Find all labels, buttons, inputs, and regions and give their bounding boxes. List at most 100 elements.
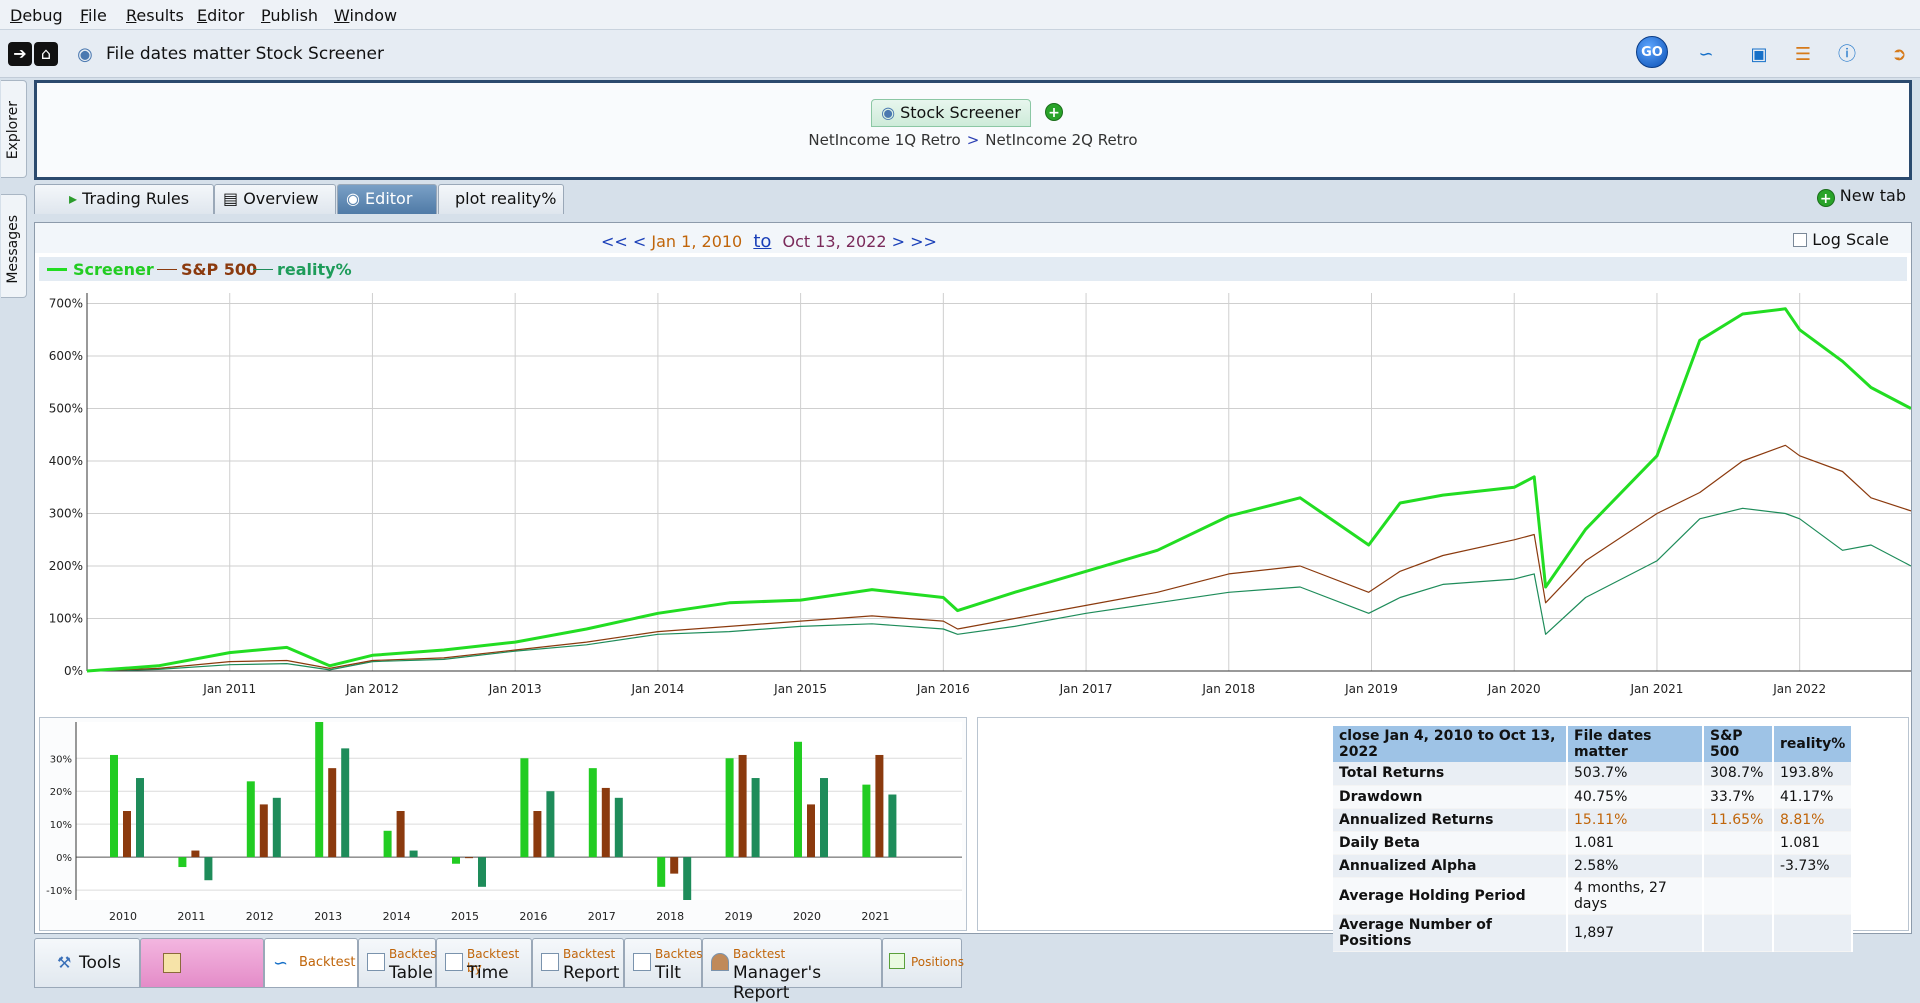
legend-sp500-swatch (157, 269, 177, 270)
chart-icon[interactable]: ∽ (1693, 42, 1719, 68)
bar-x-tick-label: 2013 (314, 910, 342, 923)
bar-x-tick-label: 2017 (588, 910, 616, 923)
x-tick-label: Jan 2019 (1344, 682, 1398, 696)
x-tick-label: Jan 2017 (1059, 682, 1113, 696)
add-screener-icon[interactable]: + (1045, 103, 1063, 121)
bar-x-tick-label: 2012 (246, 910, 274, 923)
backtest-report-tab[interactable]: Backtest Report (532, 938, 624, 988)
menu-debug[interactable]: Debug (10, 6, 63, 25)
bar-2020-2 (820, 778, 828, 858)
backtest-content: << < Jan 1, 2010 to Oct 13, 2022 > >> Lo… (34, 222, 1912, 952)
new-tab-label: New tab (1839, 186, 1906, 205)
statistics-table: close Jan 4, 2010 to Oct 13, 2022 File d… (1333, 726, 1854, 952)
y-tick-label: 200% (49, 559, 83, 573)
legend-reality: reality% (277, 260, 352, 279)
backtest-by-time-tab[interactable]: Backtest by Time (436, 938, 532, 988)
messages-side-tab[interactable]: Messages (1, 194, 27, 298)
stat-value: 40.75% (1567, 785, 1704, 809)
stats-header-sp500: S&P 500 (1703, 726, 1774, 762)
end-date[interactable]: Oct 13, 2022 (783, 232, 887, 251)
back-button[interactable]: ➔ (8, 42, 32, 66)
x-tick-label: Jan 2018 (1201, 682, 1255, 696)
tab-editor[interactable]: ◉ Editor (337, 184, 437, 214)
help-icon[interactable]: ⓘ (1834, 42, 1860, 68)
tools-tab[interactable]: ⚒ Tools (34, 938, 140, 988)
bar-2016-0 (520, 758, 529, 858)
menu-publish[interactable]: Publish (261, 6, 318, 25)
backtest-tab[interactable]: ∽ Backtest (264, 938, 358, 988)
stats-header-period: close Jan 4, 2010 to Oct 13, 2022 (1333, 726, 1568, 762)
bar-2015-0 (452, 857, 460, 864)
home-button[interactable]: ⌂ (34, 42, 58, 66)
stat-value: 33.7% (1703, 785, 1774, 809)
stat-label: Daily Beta (1333, 831, 1568, 855)
tab-plot-reality[interactable]: plot reality% (438, 184, 564, 214)
bar-2020-1 (807, 804, 815, 858)
table-row: Average Holding Period 4 months, 27 days (1333, 877, 1854, 915)
new-tab-button[interactable]: + New tab (1816, 186, 1906, 207)
y-tick-label: 100% (49, 612, 83, 626)
start-date[interactable]: Jan 1, 2010 (651, 232, 742, 251)
main-tabs: ▸ Trading Rules ▤ Overview ◉ Editor plot… (34, 184, 1912, 216)
bar-y-tick-label: 10% (50, 820, 72, 831)
tab-trading-rules[interactable]: ▸ Trading Rules (34, 184, 214, 214)
log-scale-checkbox[interactable] (1793, 233, 1808, 247)
crumb-netincome-1q[interactable]: NetIncome 1Q Retro (808, 131, 960, 149)
exit-icon[interactable]: ➲ (1886, 42, 1912, 68)
prev-range-button[interactable]: << < (601, 232, 646, 251)
tab-editor-label: Editor (365, 189, 413, 208)
y-tick-label: 700% (49, 297, 83, 311)
list-icon[interactable]: ☰ (1790, 42, 1816, 68)
x-tick-label: Jan 2011 (202, 682, 256, 696)
bar-2016-1 (533, 811, 542, 858)
backtest-manager-report-tab[interactable]: Backtest Manager's Report (702, 938, 882, 1003)
home-icon: ⌂ (40, 44, 52, 63)
explorer-side-tab[interactable]: Explorer (1, 80, 27, 178)
menu-file[interactable]: File (80, 6, 107, 25)
stats-header-row: close Jan 4, 2010 to Oct 13, 2022 File d… (1333, 726, 1854, 762)
table-row: Annualized Returns 15.11% 11.65% 8.81% (1333, 808, 1854, 832)
report-icon (541, 953, 559, 971)
backtest-report-small-label: Backtest (563, 947, 616, 961)
stat-label: Total Returns (1333, 762, 1568, 786)
bar-2017-2 (614, 797, 623, 858)
date-to-link[interactable]: to (753, 231, 771, 252)
bar-x-tick-label: 2020 (793, 910, 821, 923)
stat-value: 2.58% (1567, 854, 1704, 878)
collapsed-tabs-stack[interactable] (140, 938, 264, 988)
positions-tab-label: Positions (911, 955, 964, 969)
bar-x-tick-label: 2014 (383, 910, 411, 923)
menu-editor[interactable]: Editor (197, 6, 244, 25)
backtest-manager-label: Manager's Report (733, 963, 822, 1003)
backtest-tilt-tab[interactable]: Backtest Tilt (624, 938, 707, 988)
bar-2021-0 (862, 784, 871, 858)
positions-tab[interactable]: Positions (882, 938, 964, 988)
bar-2013-2 (341, 748, 350, 858)
bar-y-tick-label: 20% (50, 787, 72, 798)
explorer-label: Explorer (5, 101, 21, 160)
table-row: Drawdown 40.75% 33.7% 41.17% (1333, 785, 1854, 809)
date-range-bar: << < Jan 1, 2010 to Oct 13, 2022 > >> Lo… (35, 223, 1911, 253)
bar-2014-1 (396, 811, 405, 858)
next-range-button[interactable]: > >> (892, 232, 937, 251)
legend-screener-swatch (47, 268, 67, 271)
stat-value: 4 months, 27 days (1567, 877, 1704, 915)
table-icon (367, 953, 385, 971)
bar-2011-0 (178, 857, 187, 868)
menu-results[interactable]: Results (126, 6, 184, 25)
crumb-netincome-2q[interactable]: NetIncome 2Q Retro (985, 131, 1137, 149)
menu-window[interactable]: Window (334, 6, 397, 25)
tab-overview[interactable]: ▤ Overview (214, 184, 336, 214)
stat-value: 1.081 (1773, 831, 1854, 855)
go-button[interactable]: GO (1636, 36, 1668, 68)
bar-2016-2 (546, 791, 555, 858)
y-tick-label: 500% (49, 402, 83, 416)
backtest-table-tab[interactable]: Backtest Table (358, 938, 441, 988)
y-tick-label: 600% (49, 349, 83, 363)
stock-screener-tab[interactable]: ◉ Stock Screener (871, 99, 1031, 127)
stat-label: Average Holding Period (1333, 877, 1568, 915)
log-scale-toggle[interactable]: Log Scale (1793, 230, 1889, 249)
bar-y-tick-label: 0% (56, 853, 72, 864)
save-icon[interactable]: ▣ (1746, 42, 1772, 68)
tilt-scatter-icon (633, 953, 651, 971)
